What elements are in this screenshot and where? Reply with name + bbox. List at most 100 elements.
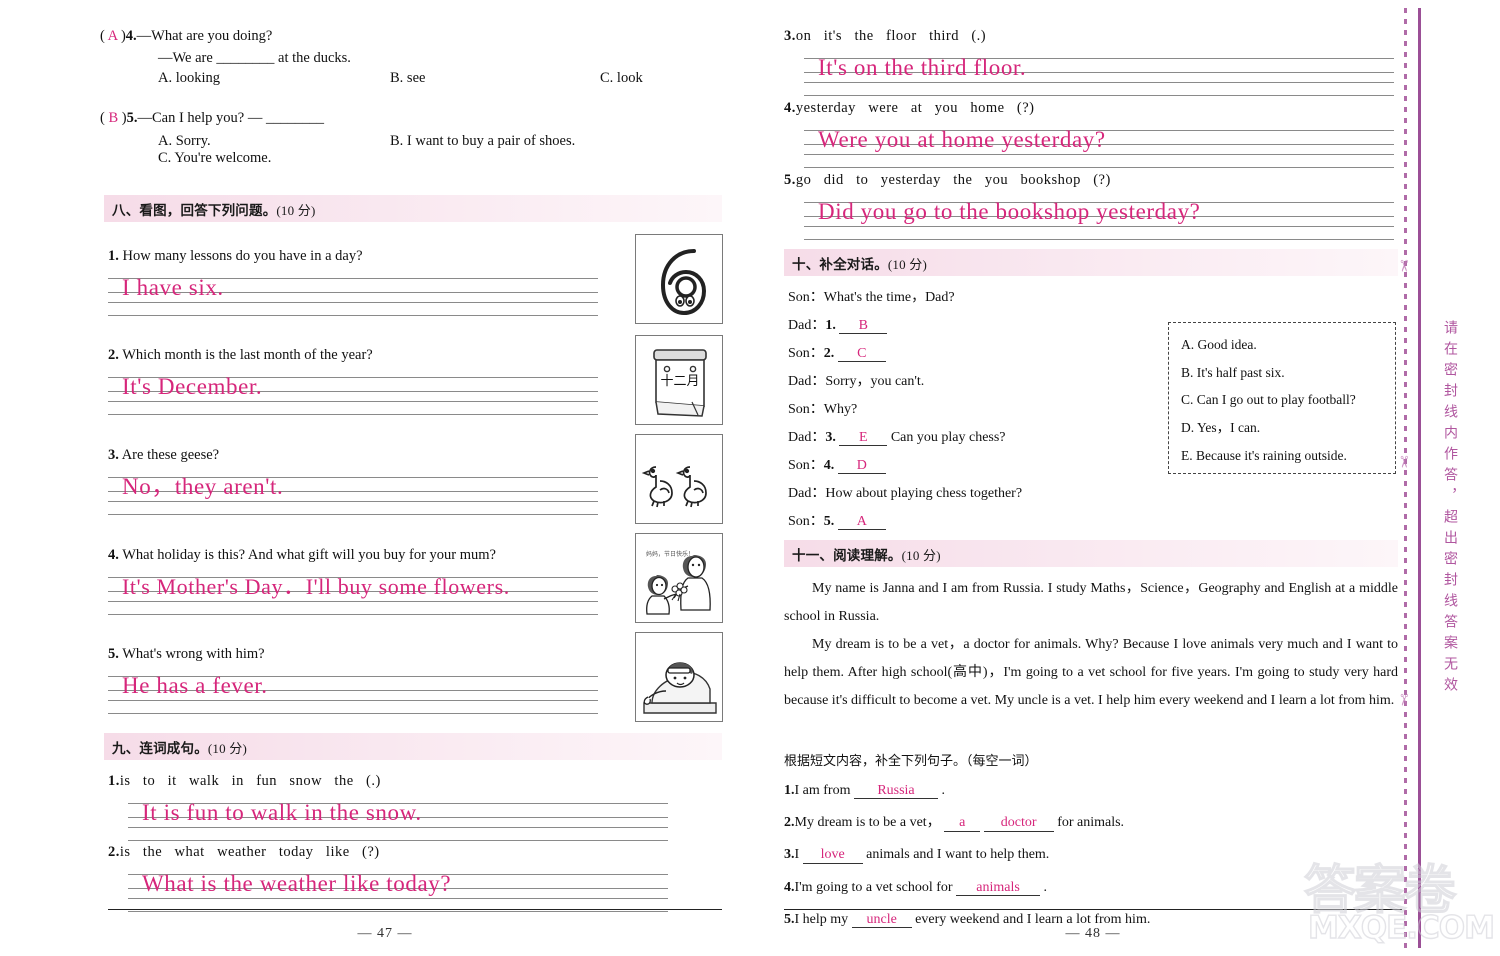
s8-q2-answer: It's December. [122,373,263,399]
dlg7-speaker: Son： [788,458,824,473]
section-8-item-4: 4. What holiday is this? And what gift w… [108,545,598,615]
s8-q5-number: 5. [108,646,119,662]
s9-q1-words: is to it walk in fun snow the (.) [119,773,381,789]
mc-question-4: ( A )4.—What are you doing? —We are ____… [100,26,740,87]
dlg6-blank[interactable]: E [839,430,888,447]
q4-option-c[interactable]: C. look [600,70,643,87]
s8-q2-number: 2. [108,347,119,363]
fill-q2-after: for animals. [1057,815,1125,831]
reading-instruction: 根据短文内容，补全下列句子。（每空一词） [784,754,1038,769]
dlg4-speaker: Dad： [788,374,826,389]
dlg9-blank[interactable]: A [837,514,886,531]
section-8-item-3: 3. Are these geese? No，they aren't. [108,445,598,515]
s9-q2-words: is the what weather today like (?) [119,844,380,860]
fill-q2-blank-2[interactable]: doctor [983,815,1054,832]
s8-q5-text: What's wrong with him? [122,646,265,662]
picture-number-six [635,234,723,324]
dlg6-num: 3. [825,430,836,445]
fill-q3-blank[interactable]: love [802,847,863,864]
q5-option-c[interactable]: C. You're welcome. [158,150,271,167]
mc-question-5: ( B )5.—Can I help you? — ________ A. So… [100,108,740,167]
passage-paragraph-2: My dream is to be a vet，a doctor for ani… [784,637,1398,708]
fill-q4-blank[interactable]: animals [956,880,1041,896]
s9-q1-number: 1. [108,773,120,789]
s8-q1-answer-lines[interactable]: I have six. [108,272,598,316]
fill-q2-blank-1[interactable]: a [944,815,981,832]
q5-option-a[interactable]: A. Sorry. [158,133,390,150]
s9-q3-words: on it's the floor third (.) [795,28,987,44]
dialogue-option-b[interactable]: B. It's half past six. [1181,359,1383,387]
s9-q4-answer-lines[interactable]: Were you at home yesterday? [804,124,1394,168]
fill-q1: 1.I am from Russia . [784,775,1398,807]
section-8-header: 八、看图，回答下列问题。(10 分) [104,195,722,222]
dlg5-text: Why? [823,402,858,417]
s8-q2-answer-lines[interactable]: It's December. [108,371,598,415]
q5-option-b[interactable]: B. I want to buy a pair of shoes. [390,133,575,150]
fill-q3-after: animals and I want to help them. [866,847,1050,863]
dialogue-option-c[interactable]: C. Can I go out to play football? [1181,386,1383,414]
q4-option-a[interactable]: A. looking [158,70,390,87]
s9-q4-words: yesterday were at you home (?) [795,100,1035,116]
seal-dotted-line [1404,8,1407,948]
section-9-item-4: 4.yesterday were at you home (?) Were yo… [784,98,1398,168]
s9-q3-answer-lines[interactable]: It's on the third floor. [804,52,1394,96]
section-11-header: 十一、阅读理解。(10 分) [784,540,1398,567]
dialogue-block: Son：What's the time，Dad? Dad：1. B Son：2.… [788,284,1168,536]
dlg4-text: Sorry，you can't. [825,374,925,389]
s9-q1-answer-lines[interactable]: It is fun to walk in the snow. [128,797,668,841]
dialogue-option-a[interactable]: A. Good idea. [1181,331,1383,359]
dlg7-blank[interactable]: D [837,458,886,475]
dlg2-blank[interactable]: B [839,318,888,335]
dlg8-speaker: Dad： [788,486,826,501]
fill-q1-blank[interactable]: Russia [853,783,938,800]
s8-q5-answer-lines[interactable]: He has a fever. [108,670,598,714]
s8-q4-answer-lines[interactable]: It's Mother's Day．I'll buy some flowers. [108,571,598,615]
section-9-item-1: 1.is to it walk in fun snow the (.) It i… [108,771,668,841]
dlg1-text: What's the time，Dad? [823,290,955,305]
section-11-points: (10 分) [901,548,941,563]
dlg3-blank[interactable]: C [837,346,886,363]
q5-stem: —Can I help you? — ________ [137,110,324,126]
fill-q4-num: 4. [784,879,795,895]
s9-q2-answer: What is the weather like today? [142,870,452,896]
section-8-title: 八、看图，回答下列问题。 [112,203,277,219]
section-9-item-3: 3.on it's the floor third (.) It's on th… [784,26,1398,96]
dlg9-num: 5. [823,514,835,529]
svg-text:十二月: 十二月 [660,374,699,389]
q5-options-row2: C. You're welcome. [158,150,740,167]
fill-q1-after: . [941,783,945,798]
picture-sick-boy-in-bed [635,632,723,722]
section-8-points: (10 分) [276,203,316,218]
s8-q1-text: How many lessons do you have in a day? [122,248,363,264]
right-page-number: — 48 — [1065,926,1121,941]
dlg7-num: 4. [823,458,835,473]
dialogue-option-e[interactable]: E. Because it's raining outside. [1181,442,1383,470]
scissors-icon-bottom: ✂ [1394,693,1412,707]
section-10-title: 十、补全对话。 [792,257,888,273]
reading-passage: My name is Janna and I am from Russia. I… [784,575,1398,715]
section-9-item-5: 5.go did to yesterday the you bookshop (… [784,170,1398,240]
seal-instruction-text: 请在密封线内作答，超出密封线答案无效 [1442,320,1458,698]
section-9-item-2: 2.is the what weather today like (?) Wha… [108,842,668,912]
s8-q3-answer-lines[interactable]: No，they aren't. [108,471,598,515]
s8-q3-answer: No，they aren't. [122,473,284,499]
fill-q3: 3.I love animals and I want to help them… [784,839,1398,871]
fill-q1-before: I am from [794,783,851,798]
worksheet-page: ( A )4.—What are you doing? —We are ____… [0,0,1500,956]
left-page-column: ( A )4.—What are you doing? —We are ____… [100,0,740,956]
dialogue-options-box: A. Good idea. B. It's half past six. C. … [1168,322,1396,475]
dlg2-num: 1. [825,318,836,333]
scissors-icon-top: ✂ [1394,259,1412,273]
fill-q5-num: 5. [784,911,795,927]
s8-q1-number: 1. [108,248,119,264]
dialogue-option-d[interactable]: D. Yes，I can. [1181,414,1383,442]
section-11-title: 十一、阅读理解。 [792,548,902,564]
q4-option-b[interactable]: B. see [390,70,600,87]
fill-q5-before: I help my [794,911,849,927]
s8-q4-answer: It's Mother's Day．I'll buy some flowers. [122,573,510,599]
s9-q4-answer: Were you at home yesterday? [818,126,1106,152]
fill-q4: 4.I'm going to a vet school for animals … [784,872,1398,904]
s9-q5-answer-lines[interactable]: Did you go to the bookshop yesterday? [804,196,1394,240]
s8-q4-text: What holiday is this? And what gift will… [122,547,496,563]
s9-q2-answer-lines[interactable]: What is the weather like today? [128,868,668,912]
